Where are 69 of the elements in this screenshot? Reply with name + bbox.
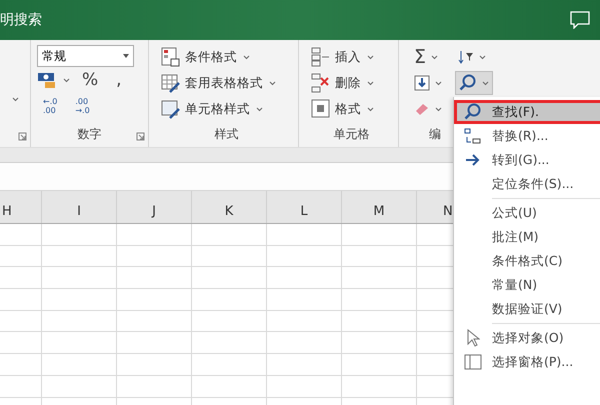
caret-icon — [123, 54, 129, 58]
caret-icon — [479, 54, 486, 60]
group-label: 单元格 — [334, 126, 370, 143]
replace-icon — [463, 127, 483, 145]
autosum-button[interactable]: Σ — [411, 45, 442, 69]
style-button[interactable]: 单元格样式 — [161, 96, 250, 122]
eraser-icon — [414, 102, 430, 116]
caret-icon — [431, 54, 438, 60]
column-header[interactable]: H — [2, 204, 12, 219]
caret-icon — [12, 96, 18, 102]
dialog-launcher-icon[interactable] — [18, 132, 27, 141]
caret-icon — [243, 54, 250, 60]
conditional-format-icon — [161, 47, 181, 67]
delete-cells-icon — [311, 73, 331, 93]
menu-item[interactable]: 批注(M) — [454, 225, 600, 249]
percent-button[interactable]: % — [76, 70, 104, 90]
insert-cells-icon — [311, 47, 331, 67]
menu-item[interactable]: 替换(R)... — [454, 124, 600, 148]
dialog-launcher-icon[interactable] — [136, 132, 145, 141]
table-style-icon — [161, 73, 181, 93]
menu-item[interactable]: 选择窗格(P)... — [454, 350, 600, 374]
cells-button[interactable]: 插入 — [311, 44, 361, 70]
style-button[interactable]: 套用表格格式 — [161, 70, 263, 96]
cells-button[interactable]: 删除 — [311, 70, 361, 96]
menu-item[interactable]: 定位条件(S)... — [454, 172, 600, 196]
column-header[interactable]: M — [373, 204, 385, 219]
sort-filter-icon — [458, 49, 474, 65]
format-cells-icon — [311, 99, 331, 119]
caret-icon — [482, 80, 489, 86]
menu-item[interactable]: 数据验证(V) — [454, 297, 600, 321]
arrow-icon — [465, 154, 481, 166]
cursor-icon — [466, 329, 480, 347]
caret-icon — [256, 106, 263, 112]
fill-down-icon — [414, 75, 430, 91]
group-label: 样式 — [214, 126, 238, 143]
menu-item[interactable]: 查找(F). — [454, 100, 600, 124]
comma-button[interactable]: , — [110, 70, 128, 90]
caret-icon — [367, 80, 374, 86]
caret-icon — [435, 80, 442, 86]
decrease-decimal-button[interactable]: .00 →.0 — [69, 97, 96, 115]
menu-item[interactable]: 常量(N) — [454, 273, 600, 297]
caret-icon — [367, 106, 374, 112]
style-button[interactable]: 条件格式 — [161, 44, 237, 70]
column-header[interactable]: I — [77, 204, 81, 219]
caret-icon — [63, 78, 70, 82]
group-label: 编 — [429, 126, 441, 143]
cell-style-icon — [161, 99, 181, 119]
increase-decimal-button[interactable]: ←.0 .00 — [37, 97, 64, 115]
currency-icon[interactable] — [37, 71, 57, 89]
pane-icon — [464, 354, 482, 370]
find-select-button[interactable] — [455, 71, 493, 95]
cells-button[interactable]: 格式 — [311, 96, 361, 122]
column-header[interactable]: K — [224, 204, 234, 219]
menu-item[interactable]: 条件格式(C) — [454, 249, 600, 273]
column-header[interactable]: L — [300, 204, 308, 219]
menu-item[interactable]: 转到(G)... — [454, 148, 600, 172]
menu-item[interactable]: 选择对象(O) — [454, 326, 600, 350]
search-text[interactable]: 明搜索 — [0, 11, 42, 29]
caret-icon — [269, 80, 276, 86]
search-icon — [459, 74, 477, 92]
caret-icon — [435, 106, 442, 112]
menu-item[interactable]: 公式(U) — [454, 201, 600, 225]
caret-icon — [367, 54, 374, 60]
column-header[interactable]: J — [152, 204, 156, 219]
comment-icon[interactable] — [570, 11, 590, 29]
column-header[interactable]: N — [443, 204, 453, 219]
number-format-dropdown[interactable]: 常规 — [37, 45, 134, 67]
group-label: 数字 — [78, 126, 102, 143]
search-icon — [464, 103, 482, 121]
